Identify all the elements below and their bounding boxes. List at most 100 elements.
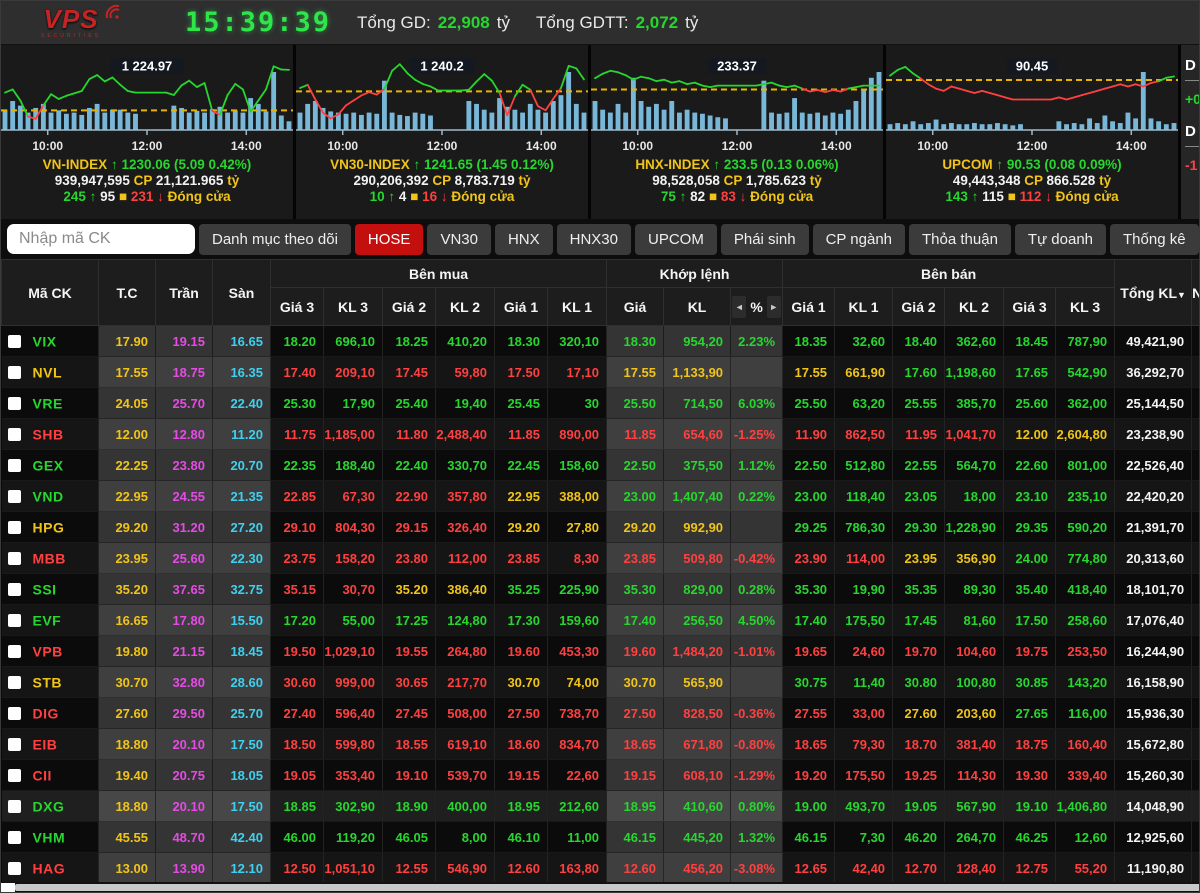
- bid-price3[interactable]: 22.85: [270, 480, 324, 512]
- bid-vol3[interactable]: 804,30: [323, 511, 383, 543]
- symbol-cell[interactable]: DXG: [1, 790, 99, 822]
- ask-price3[interactable]: 12.75: [1003, 852, 1057, 884]
- match-pct[interactable]: [730, 511, 784, 543]
- bid-price3[interactable]: 18.50: [270, 728, 324, 760]
- bid-vol1[interactable]: 388,00: [547, 480, 608, 512]
- match-vol[interactable]: 829,00: [663, 573, 732, 605]
- bid-vol3[interactable]: 209,10: [323, 356, 383, 388]
- ask-vol1[interactable]: 862,50: [834, 418, 894, 450]
- ticker-symbol[interactable]: STB: [33, 674, 63, 690]
- total-volume[interactable]: 12,925,60: [1114, 821, 1193, 853]
- bid-price3[interactable]: 25.30: [270, 387, 324, 419]
- ask-price2[interactable]: 17.60: [892, 356, 946, 388]
- bid-vol1[interactable]: 212,60: [547, 790, 608, 822]
- symbol-cell[interactable]: DIG: [1, 697, 99, 729]
- bid-price1[interactable]: 18.60: [494, 728, 548, 760]
- bid-vol2[interactable]: 619,10: [435, 728, 495, 760]
- ask-vol2[interactable]: 1,198,60: [944, 356, 1005, 388]
- match-vol[interactable]: 410,60: [663, 790, 732, 822]
- ticker-symbol[interactable]: CII: [33, 767, 52, 783]
- pct-scroll-right-button[interactable]: ►: [766, 295, 781, 318]
- bid-price2[interactable]: 46.05: [382, 821, 436, 853]
- col-header-bid-price2[interactable]: Giá 2: [382, 287, 436, 326]
- tab-phái-sinh[interactable]: Phái sinh: [720, 223, 809, 255]
- ask-price1[interactable]: 19.20: [782, 759, 836, 791]
- ask-vol1[interactable]: 42,40: [834, 852, 894, 884]
- row-checkbox[interactable]: [7, 737, 21, 751]
- ask-vol3[interactable]: 362,00: [1055, 387, 1116, 419]
- bid-vol3[interactable]: 119,20: [323, 821, 383, 853]
- bid-vol3[interactable]: 599,80: [323, 728, 383, 760]
- ask-vol1[interactable]: 7,30: [834, 821, 894, 853]
- ask-price2[interactable]: 18.40: [892, 325, 946, 357]
- ticker-symbol[interactable]: HAG: [33, 860, 66, 876]
- bid-vol1[interactable]: 320,10: [547, 325, 608, 357]
- ask-price1[interactable]: 46.15: [782, 821, 836, 853]
- match-pct[interactable]: [730, 356, 784, 388]
- ask-price2[interactable]: 27.60: [892, 697, 946, 729]
- match-vol[interactable]: 992,90: [663, 511, 732, 543]
- ask-price2[interactable]: 35.35: [892, 573, 946, 605]
- ask-vol1[interactable]: 114,00: [834, 542, 894, 574]
- match-vol[interactable]: 714,50: [663, 387, 732, 419]
- ask-vol2[interactable]: 1,228,90: [944, 511, 1005, 543]
- total-volume[interactable]: 15,260,30: [1114, 759, 1193, 791]
- ask-price2[interactable]: 19.70: [892, 635, 946, 667]
- bid-vol1[interactable]: 453,30: [547, 635, 608, 667]
- ask-vol1[interactable]: 79,30: [834, 728, 894, 760]
- bid-price3[interactable]: 22.35: [270, 449, 324, 481]
- ask-vol3[interactable]: 339,40: [1055, 759, 1116, 791]
- ask-price1[interactable]: 17.55: [782, 356, 836, 388]
- match-vol[interactable]: 828,50: [663, 697, 732, 729]
- bid-price3[interactable]: 17.40: [270, 356, 324, 388]
- match-price[interactable]: 23.00: [606, 480, 665, 512]
- ask-vol1[interactable]: 493,70: [834, 790, 894, 822]
- ask-vol3[interactable]: 542,90: [1055, 356, 1116, 388]
- ticker-symbol[interactable]: EVF: [33, 612, 62, 628]
- ask-price3[interactable]: 19.75: [1003, 635, 1057, 667]
- symbol-cell[interactable]: VIX: [1, 325, 99, 357]
- ask-vol3[interactable]: 1,406,80: [1055, 790, 1116, 822]
- ask-price1[interactable]: 23.00: [782, 480, 836, 512]
- ask-vol2[interactable]: 356,90: [944, 542, 1005, 574]
- match-pct[interactable]: 0.28%: [730, 573, 784, 605]
- match-price[interactable]: 12.60: [606, 852, 665, 884]
- bid-price3[interactable]: 12.50: [270, 852, 324, 884]
- bid-vol1[interactable]: 834,70: [547, 728, 608, 760]
- bid-vol1[interactable]: 159,60: [547, 604, 608, 636]
- match-pct[interactable]: -1.25%: [730, 418, 784, 450]
- match-vol[interactable]: 565,90: [663, 666, 732, 698]
- col-header-bid-vol2[interactable]: KL 2: [435, 287, 495, 326]
- tab-cp-ngành[interactable]: CP ngành: [812, 223, 906, 255]
- match-price[interactable]: 19.60: [606, 635, 665, 667]
- match-price[interactable]: 23.85: [606, 542, 665, 574]
- symbol-cell[interactable]: EIB: [1, 728, 99, 760]
- bid-vol1[interactable]: 738,70: [547, 697, 608, 729]
- match-vol[interactable]: 1,407,40: [663, 480, 732, 512]
- bid-vol2[interactable]: 386,40: [435, 573, 495, 605]
- total-volume[interactable]: 20,313,60: [1114, 542, 1193, 574]
- bid-price2[interactable]: 30.65: [382, 666, 436, 698]
- ticker-symbol[interactable]: VPB: [33, 643, 63, 659]
- ask-price1[interactable]: 11.90: [782, 418, 836, 450]
- col-header-bid-vol3[interactable]: KL 3: [323, 287, 383, 326]
- bid-price3[interactable]: 19.50: [270, 635, 324, 667]
- row-checkbox[interactable]: [7, 520, 21, 534]
- match-price[interactable]: 17.40: [606, 604, 665, 636]
- bid-price3[interactable]: 35.15: [270, 573, 324, 605]
- symbol-cell[interactable]: NVL: [1, 356, 99, 388]
- ask-price1[interactable]: 17.40: [782, 604, 836, 636]
- match-vol[interactable]: 456,20: [663, 852, 732, 884]
- bid-vol2[interactable]: 264,80: [435, 635, 495, 667]
- ask-vol2[interactable]: 264,70: [944, 821, 1005, 853]
- ask-price3[interactable]: 19.30: [1003, 759, 1057, 791]
- bid-price2[interactable]: 18.90: [382, 790, 436, 822]
- ask-price3[interactable]: 30.85: [1003, 666, 1057, 698]
- match-pct[interactable]: -0.36%: [730, 697, 784, 729]
- ask-price2[interactable]: 12.70: [892, 852, 946, 884]
- match-pct[interactable]: -0.42%: [730, 542, 784, 574]
- ask-vol3[interactable]: 774,80: [1055, 542, 1116, 574]
- ask-vol3[interactable]: 801,00: [1055, 449, 1116, 481]
- ask-price1[interactable]: 19.65: [782, 635, 836, 667]
- bid-vol3[interactable]: 696,10: [323, 325, 383, 357]
